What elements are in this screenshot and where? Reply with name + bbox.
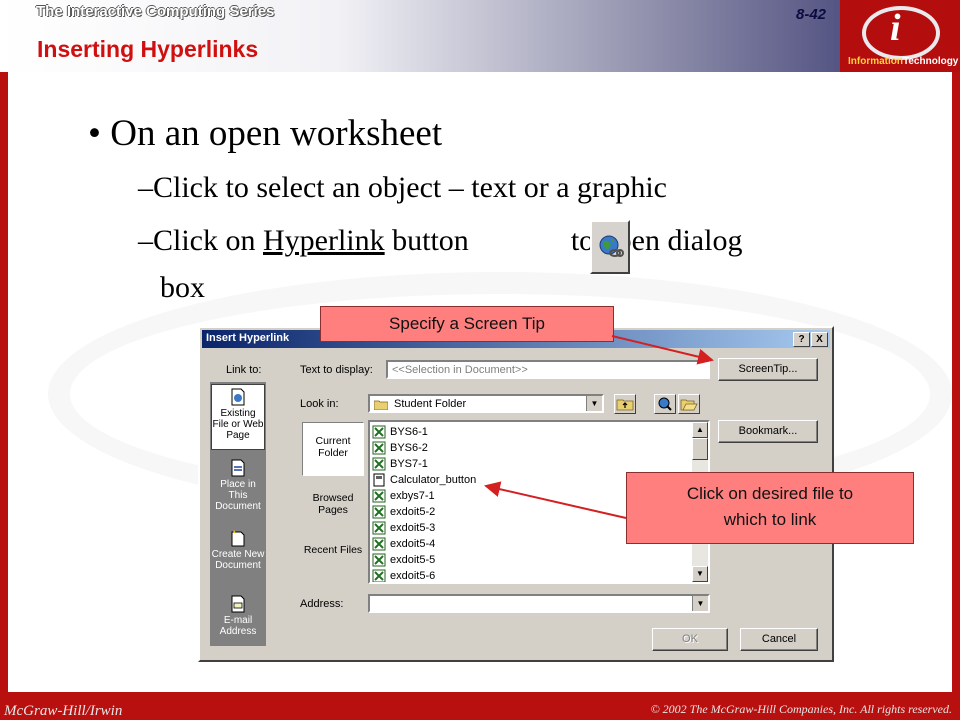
- desired-file-arrow: [484, 481, 627, 519]
- footer-publisher: McGraw-Hill/Irwin: [4, 703, 123, 719]
- screen-tip-arrow: [611, 335, 714, 365]
- callout-arrows: [484, 335, 714, 519]
- footer-copyright: © 2002 The McGraw-Hill Companies, Inc. A…: [650, 702, 952, 716]
